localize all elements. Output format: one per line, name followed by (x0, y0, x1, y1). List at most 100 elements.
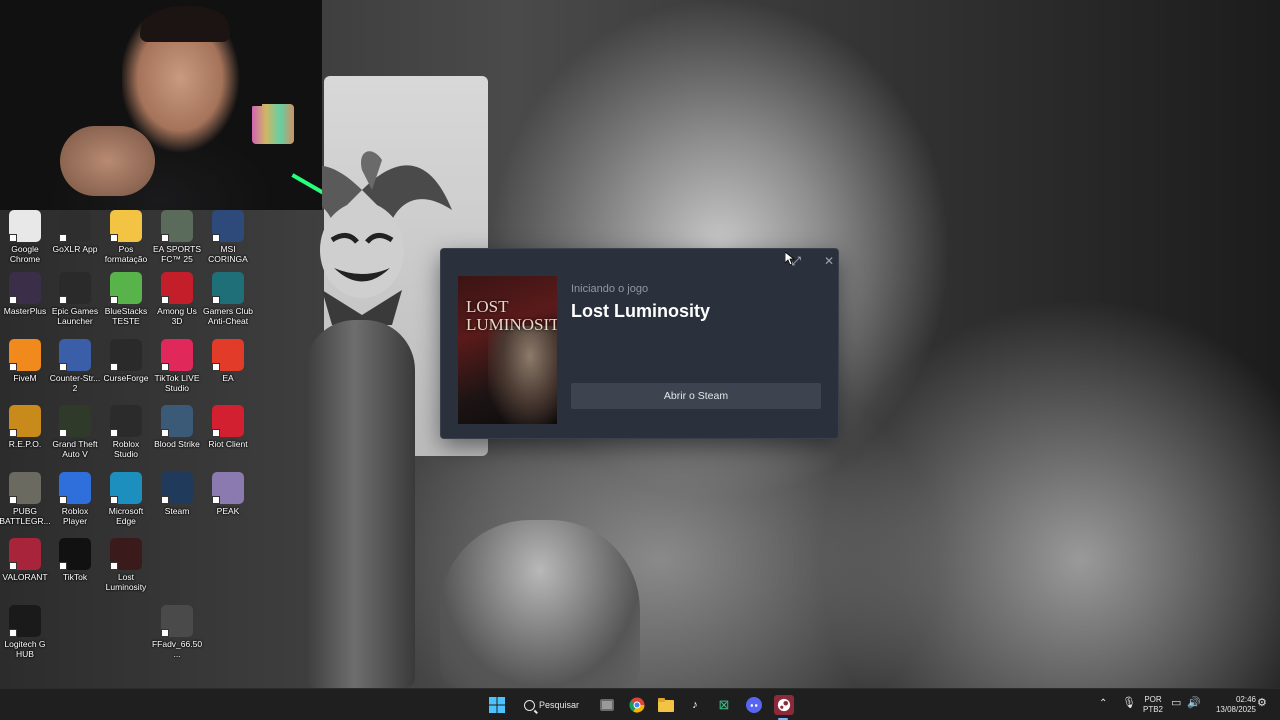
desktop-icon-label: Roblox Player (61, 506, 89, 526)
epic-games-icon (59, 272, 91, 304)
lost-luminosity-icon (110, 538, 142, 570)
language-indicator[interactable]: POR PTB2 (1140, 695, 1166, 715)
webcam-green-light (291, 173, 322, 195)
clock[interactable]: 02:46 13/08/2025 (1206, 695, 1256, 715)
webcam-overlay (0, 0, 322, 210)
counter-strike-icon (59, 339, 91, 371)
search-icon (524, 699, 535, 711)
desktop-icon-label: Gamers Club Anti-Cheat (202, 306, 254, 326)
chrome-icon (9, 210, 41, 242)
desktop-icon-label: Microsoft Edge (108, 506, 144, 526)
desktop-icon-lost-luminosity[interactable]: Lost Luminosity (100, 538, 152, 592)
ffadv-file-icon (161, 605, 193, 637)
desktop-icon-msi[interactable]: MSI CORINGA (202, 210, 254, 264)
desktop-icon-roblox-studio[interactable]: Roblox Studio (100, 405, 152, 459)
desktop-icon-label: MSI CORINGA (208, 244, 248, 264)
steam-icon (161, 472, 193, 504)
volume-icon[interactable]: 🔊 (1187, 698, 1201, 709)
windows-start-icon[interactable] (488, 696, 506, 714)
desktop-icon-label: EA SPORTS FC™ 25 (152, 244, 202, 264)
desktop-icon-among-us[interactable]: Among Us 3D (151, 272, 203, 326)
network-icon[interactable]: ▭ (1171, 698, 1181, 709)
pubg-icon (9, 472, 41, 504)
desktop-icon-ffadv-file[interactable]: FFadv_66.50... (151, 605, 203, 659)
desktop-icon-label: BlueStacks TESTE (104, 306, 148, 326)
webcam-rgb-lights (252, 104, 294, 144)
dialog-subtitle: Iniciando o jogo (571, 283, 649, 295)
desktop-icon-steam[interactable]: Steam (151, 472, 203, 516)
desktop-icon-ea-fc[interactable]: EA SPORTS FC™ 25 (151, 210, 203, 264)
taskbar-search[interactable]: Pesquisar (524, 695, 579, 715)
desktop-icon-gta-v[interactable]: Grand Theft Auto V (49, 405, 101, 459)
roblox-studio-icon (110, 405, 142, 437)
desktop-icon-bluestacks[interactable]: BlueStacks TESTE (100, 272, 152, 326)
steam-taskbar-icon[interactable] (774, 695, 794, 715)
ea-icon (212, 339, 244, 371)
blood-strike-icon (161, 405, 193, 437)
riot-client-icon (212, 405, 244, 437)
among-us-icon (161, 272, 193, 304)
cover-figure (488, 326, 557, 424)
desktop-icon-masterplus[interactable]: MasterPlus (0, 272, 51, 316)
desktop-icon-chrome[interactable]: Google Chrome (0, 210, 51, 264)
desktop-icon-blood-strike[interactable]: Blood Strike (151, 405, 203, 449)
desktop-icon-goxlr[interactable]: GoXLR App (49, 210, 101, 254)
goxlr-icon[interactable]: ⊠ (715, 696, 733, 714)
gamers-club-icon (212, 272, 244, 304)
notification-icon[interactable]: ⚙ (1257, 698, 1267, 709)
microphone-icon[interactable]: 🎙 (1122, 698, 1136, 709)
desktop-icon-curseforge[interactable]: CurseForge (100, 339, 152, 383)
desktop-icon-label: FiveM (13, 373, 37, 383)
desktop-icon-valorant[interactable]: VALORANT (0, 538, 51, 582)
language-code: POR (1144, 695, 1162, 704)
taskbar: Pesquisar ♪ ⊠ ⌃ 🎙 POR PTB2 ▭ 🔊 02:46 13/… (0, 688, 1280, 720)
open-steam-button[interactable]: Abrir o Steam (571, 383, 821, 409)
gta-v-icon (59, 405, 91, 437)
desktop-icon-label: Grand Theft Auto V (52, 439, 98, 459)
desktop-icon-label: Steam (164, 506, 190, 516)
desktop-icon-riot-client[interactable]: Riot Client (202, 405, 254, 449)
edge-icon (110, 472, 142, 504)
desktop-icon-fivem[interactable]: FiveM (0, 339, 51, 383)
desktop-icon-roblox-player[interactable]: Roblox Player (49, 472, 101, 526)
desktop-icon-label: Counter-Str... 2 (49, 373, 101, 393)
show-hidden-icons[interactable]: ⌃ (1099, 699, 1107, 709)
desktop-icon-label: Google Chrome (9, 244, 41, 264)
desktop-icon-counter-strike[interactable]: Counter-Str... 2 (49, 339, 101, 393)
tiktok-icon[interactable]: ♪ (686, 696, 704, 714)
task-view-icon[interactable] (598, 696, 616, 714)
clock-date: 13/08/2025 (1215, 705, 1256, 714)
desktop-icon-label: Among Us 3D (157, 306, 197, 326)
desktop-icon-ea[interactable]: EA (202, 339, 254, 383)
discord-icon[interactable] (745, 696, 763, 714)
desktop-icon-label: Logitech G HUB (4, 639, 46, 659)
file-explorer-icon[interactable] (657, 696, 675, 714)
desktop-icon-label: GoXLR App (52, 244, 98, 254)
cover-title: LOST LUMINOSITY (466, 297, 557, 334)
desktop-icon-label: VALORANT (2, 572, 48, 582)
close-icon[interactable]: ✕ (821, 253, 837, 269)
curseforge-icon (110, 339, 142, 371)
desktop-icon-tiktok-live[interactable]: TikTok LIVE Studio (151, 339, 203, 393)
desktop-icon-repo[interactable]: R.E.P.O. (0, 405, 51, 449)
valorant-icon (9, 538, 41, 570)
clock-time: 02:46 (1235, 695, 1256, 704)
desktop-icon-epic-games[interactable]: Epic Games Launcher (49, 272, 101, 326)
desktop-icon-edge[interactable]: Microsoft Edge (100, 472, 152, 526)
desktop-icon-logitech-ghub[interactable]: Logitech G HUB (0, 605, 51, 659)
mouse-cursor-icon (785, 252, 795, 266)
desktop-icon-tiktok[interactable]: TikTok (49, 538, 101, 582)
ea-fc-icon (161, 210, 193, 242)
desktop-icon-label: TikTok LIVE Studio (154, 373, 200, 393)
desktop-icon-folder[interactable]: Pos formatação (100, 210, 152, 264)
tiktok-icon (59, 538, 91, 570)
game-cover-art: LOST LUMINOSITY (458, 276, 557, 424)
tiktok-live-icon (161, 339, 193, 371)
desktop-icon-pubg[interactable]: PUBG BATTLEGR... (0, 472, 51, 526)
chrome-icon[interactable] (628, 696, 646, 714)
msi-icon (212, 210, 244, 242)
desktop-icon-label: TikTok (62, 572, 88, 582)
desktop-icon-label: Riot Client (208, 439, 248, 449)
desktop-icon-peak[interactable]: PEAK (202, 472, 254, 516)
desktop-icon-gamers-club[interactable]: Gamers Club Anti-Cheat (202, 272, 254, 326)
